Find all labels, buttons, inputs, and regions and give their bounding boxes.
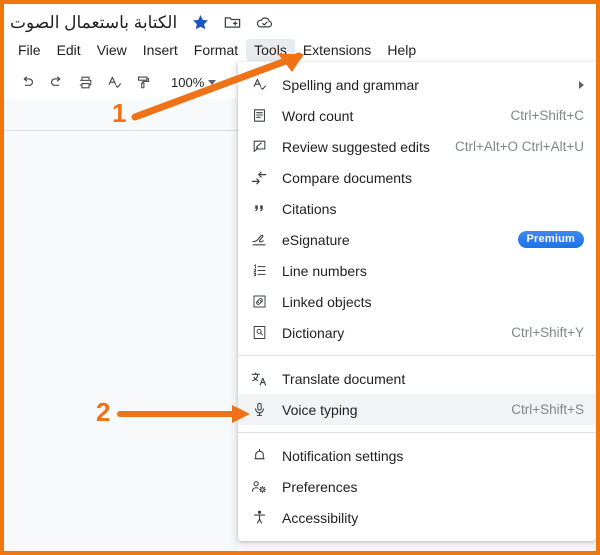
tools-dropdown-menu: Spelling and grammar Word count Ctrl+Shi… bbox=[238, 62, 596, 541]
menu-separator bbox=[238, 432, 596, 433]
dictionary-icon bbox=[248, 322, 270, 344]
move-to-folder-icon[interactable] bbox=[223, 13, 242, 32]
preferences-icon bbox=[248, 476, 270, 498]
review-suggested-edits-icon bbox=[248, 136, 270, 158]
translate-document-icon bbox=[248, 368, 270, 390]
premium-badge: Premium bbox=[517, 231, 584, 248]
menu-item-label: Voice typing bbox=[282, 401, 358, 418]
menu-item-citations[interactable]: Citations bbox=[238, 193, 596, 224]
spelling-grammar-icon bbox=[248, 74, 270, 96]
menu-item-esignature[interactable]: eSignature Premium bbox=[238, 224, 596, 255]
menu-item-label: Linked objects bbox=[282, 293, 372, 310]
menu-item-spelling-and-grammar[interactable]: Spelling and grammar bbox=[238, 69, 596, 100]
menu-item-label: Dictionary bbox=[282, 324, 345, 341]
menubar-item-edit[interactable]: Edit bbox=[49, 39, 89, 61]
annotation-number-2: 2 bbox=[96, 397, 111, 427]
menubar-item-view[interactable]: View bbox=[89, 39, 135, 61]
star-icon[interactable] bbox=[191, 13, 210, 32]
word-count-icon bbox=[248, 105, 270, 127]
menu-separator bbox=[238, 355, 596, 356]
menubar-item-tools[interactable]: Tools bbox=[246, 39, 295, 61]
annotation-number-1: 1 bbox=[112, 98, 127, 128]
document-title[interactable]: الكتابة باستعمال الصوت bbox=[10, 13, 177, 31]
undo-icon[interactable] bbox=[14, 69, 41, 96]
voice-typing-icon bbox=[248, 399, 270, 421]
menu-item-label: Word count bbox=[282, 107, 354, 124]
menubar-item-file[interactable]: File bbox=[10, 39, 49, 61]
menu-item-translate-document[interactable]: Translate document bbox=[238, 363, 596, 394]
menu-item-shortcut: Ctrl+Shift+C bbox=[510, 108, 584, 123]
notification-settings-icon bbox=[248, 445, 270, 467]
menu-item-label: Notification settings bbox=[282, 447, 404, 464]
menu-item-label: Line numbers bbox=[282, 262, 367, 279]
menu-item-shortcut: Ctrl+Shift+Y bbox=[511, 325, 584, 340]
document-canvas[interactable] bbox=[4, 131, 238, 551]
menu-item-label: eSignature bbox=[282, 231, 350, 248]
menu-item-accessibility[interactable]: Accessibility bbox=[238, 502, 596, 533]
citations-icon bbox=[248, 198, 270, 220]
line-numbers-icon bbox=[248, 260, 270, 282]
menu-item-notification-settings[interactable]: Notification settings bbox=[238, 440, 596, 471]
chevron-right-icon bbox=[579, 80, 584, 89]
menu-item-dictionary[interactable]: Dictionary Ctrl+Shift+Y bbox=[238, 317, 596, 348]
menubar-item-format[interactable]: Format bbox=[186, 39, 246, 61]
menubar-item-help[interactable]: Help bbox=[379, 39, 424, 61]
menu-item-label: Translate document bbox=[282, 370, 406, 387]
zoom-control[interactable]: 100% bbox=[167, 73, 220, 92]
menu-item-shortcut: Ctrl+Alt+O Ctrl+Alt+U bbox=[454, 139, 584, 154]
menu-item-label: Accessibility bbox=[282, 509, 359, 526]
menu-item-word-count[interactable]: Word count Ctrl+Shift+C bbox=[238, 100, 596, 131]
menu-item-preferences[interactable]: Preferences bbox=[238, 471, 596, 502]
print-icon[interactable] bbox=[72, 69, 99, 96]
menu-item-label: Citations bbox=[282, 200, 337, 217]
menu-item-compare-documents[interactable]: Compare documents bbox=[238, 162, 596, 193]
esignature-icon bbox=[248, 229, 270, 251]
menu-item-line-numbers[interactable]: Line numbers bbox=[238, 255, 596, 286]
menu-item-voice-typing[interactable]: Voice typing Ctrl+Shift+S bbox=[238, 394, 596, 425]
menubar: File Edit View Insert Format Tools Exten… bbox=[4, 38, 596, 62]
accessibility-icon bbox=[248, 507, 270, 529]
screenshot-frame: الكتابة باستعمال الصوت File Edit View In… bbox=[0, 0, 600, 555]
menu-item-linked-objects[interactable]: Linked objects bbox=[238, 286, 596, 317]
menu-item-shortcut: Ctrl+Shift+S bbox=[511, 402, 584, 417]
menu-item-review-suggested-edits[interactable]: Review suggested edits Ctrl+Alt+O Ctrl+A… bbox=[238, 131, 596, 162]
paint-format-icon[interactable] bbox=[130, 69, 157, 96]
chevron-down-icon bbox=[208, 80, 217, 85]
toolbar: 100% bbox=[4, 66, 238, 99]
zoom-value: 100% bbox=[171, 75, 205, 90]
google-docs-app: الكتابة باستعمال الصوت File Edit View In… bbox=[4, 4, 596, 551]
spelling-check-icon[interactable] bbox=[101, 69, 128, 96]
redo-icon[interactable] bbox=[43, 69, 70, 96]
compare-documents-icon bbox=[248, 167, 270, 189]
menubar-item-insert[interactable]: Insert bbox=[135, 39, 186, 61]
cloud-saved-icon[interactable] bbox=[255, 13, 274, 32]
menu-item-label: Preferences bbox=[282, 478, 358, 495]
menubar-item-extensions[interactable]: Extensions bbox=[295, 39, 379, 61]
menu-item-label: Spelling and grammar bbox=[282, 76, 419, 93]
menu-item-label: Review suggested edits bbox=[282, 138, 430, 155]
title-icon-group bbox=[191, 13, 274, 32]
menu-item-label: Compare documents bbox=[282, 169, 412, 186]
linked-objects-icon bbox=[248, 291, 270, 313]
titlebar: الكتابة باستعمال الصوت bbox=[4, 4, 596, 40]
